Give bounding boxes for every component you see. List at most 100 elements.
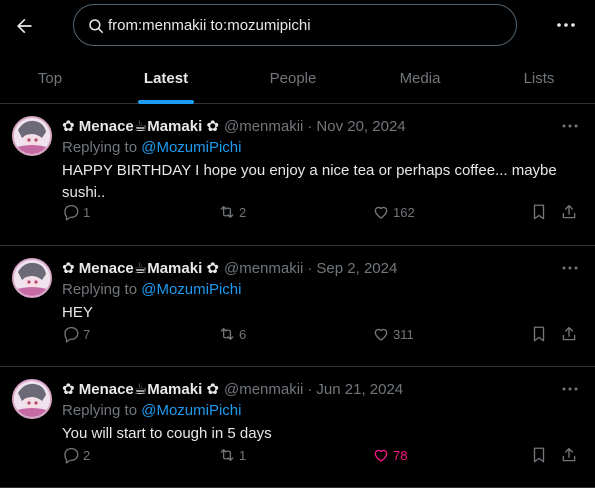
replying-to-prefix: Replying to: [62, 402, 142, 419]
tweet[interactable]: ✿ Menace☕Mamaki ✿ @menmakii · Nov 20, 2024 R…: [0, 104, 595, 246]
tweet-header: ✿ Menace☕Mamaki ✿ @menmakii · Jun 21, 2024: [62, 379, 403, 399]
back-button[interactable]: [10, 12, 38, 40]
replying-to-prefix: Replying to: [62, 139, 142, 156]
tab-label: Top: [37, 69, 63, 87]
bookmark-icon: [533, 447, 545, 463]
tab-label: People: [269, 69, 317, 87]
like-icon: [374, 328, 388, 341]
repost-count: 2: [239, 204, 247, 220]
separator-dot: ·: [307, 117, 313, 135]
tweet[interactable]: ✿ Menace☕Mamaki ✿ @menmakii · Sep 2, 2024 Re…: [0, 246, 595, 367]
bookmark-button[interactable]: [531, 324, 547, 344]
share-button[interactable]: [560, 324, 578, 344]
more-icon: [557, 23, 575, 27]
tweet-text: You will start to cough in 5 days: [62, 425, 272, 442]
search-icon: [89, 19, 104, 34]
tab-label: Media: [399, 69, 441, 87]
avatar[interactable]: [12, 116, 52, 156]
avatar-image: [14, 118, 50, 154]
tweet-header: ✿ Menace☕Mamaki ✿ @menmakii · Sep 2, 2024: [62, 258, 397, 278]
replying-to-prefix: Replying to: [62, 281, 142, 298]
like-count: 162: [393, 204, 415, 220]
tab-media[interactable]: Media: [354, 52, 486, 104]
tab-lists[interactable]: Lists: [486, 52, 592, 104]
search-box[interactable]: [73, 4, 517, 46]
share-button[interactable]: [560, 445, 578, 465]
bookmark-icon: [533, 326, 545, 342]
like-button[interactable]: 311: [372, 324, 414, 344]
avatar-image: [14, 260, 50, 296]
reply-count: 2: [83, 447, 91, 463]
tab-label: Lists: [523, 69, 555, 87]
tweet-date[interactable]: Nov 20, 2024: [316, 118, 405, 135]
tab-label: Latest: [143, 69, 189, 87]
back-arrow-icon: [17, 18, 32, 34]
share-icon: [562, 326, 576, 341]
display-name[interactable]: ✿ Menace☕Mamaki ✿: [62, 380, 219, 398]
avatar[interactable]: [12, 258, 52, 298]
tweet-date[interactable]: Jun 21, 2024: [316, 381, 403, 398]
tab-people[interactable]: People: [232, 52, 354, 104]
tweet-more-button[interactable]: [560, 117, 580, 135]
tweet-more-button[interactable]: [560, 380, 580, 398]
reply-count: 1: [83, 204, 91, 220]
replying-to-link[interactable]: @MozumiPichi: [141, 281, 241, 298]
repost-count: 1: [239, 447, 247, 463]
separator-dot: ·: [307, 259, 313, 277]
like-icon: [374, 206, 388, 219]
share-icon: [562, 447, 576, 462]
repost-button[interactable]: 6: [218, 324, 246, 344]
tweet-date[interactable]: Sep 2, 2024: [316, 260, 397, 277]
like-icon: [374, 449, 388, 462]
reply-icon: [64, 447, 79, 464]
replying-to-link[interactable]: @MozumiPichi: [141, 402, 241, 419]
reply-button[interactable]: 2: [62, 445, 90, 465]
display-name[interactable]: ✿ Menace☕Mamaki ✿: [62, 259, 219, 277]
tweet-header: ✿ Menace☕Mamaki ✿ @menmakii · Nov 20, 2024: [62, 116, 406, 136]
tweet-more-button[interactable]: [560, 259, 580, 277]
reply-button[interactable]: 7: [62, 324, 90, 344]
more-icon: [562, 387, 578, 391]
like-count: 311: [393, 326, 414, 342]
like-button[interactable]: 162: [372, 202, 415, 222]
like-count: 78: [393, 447, 408, 463]
like-button[interactable]: 78: [372, 445, 407, 465]
more-icon: [562, 266, 578, 270]
reply-icon: [64, 204, 79, 221]
search-tabs: Top Latest People Media Lists: [0, 52, 595, 104]
avatar[interactable]: [12, 379, 52, 419]
repost-button[interactable]: 1: [218, 445, 246, 465]
tweet[interactable]: ✿ Menace☕Mamaki ✿ @menmakii · Jun 21, 2024 R…: [0, 367, 595, 488]
replying-to-link[interactable]: @MozumiPichi: [141, 139, 241, 156]
more-icon: [562, 124, 578, 128]
bookmark-icon: [533, 204, 545, 220]
reply-button[interactable]: 1: [62, 202, 90, 222]
retweet-icon: [220, 206, 234, 218]
user-handle[interactable]: @menmakii: [224, 260, 303, 277]
reply-count: 7: [83, 326, 91, 342]
more-button[interactable]: [554, 14, 578, 36]
bookmark-button[interactable]: [531, 202, 547, 222]
repost-button[interactable]: 2: [218, 202, 246, 222]
bookmark-button[interactable]: [531, 445, 547, 465]
tab-latest[interactable]: Latest: [100, 52, 232, 104]
repost-count: 6: [239, 326, 247, 342]
replying-to: Replying to @MozumiPichi: [62, 139, 241, 156]
reply-icon: [64, 326, 79, 343]
share-button[interactable]: [560, 202, 578, 222]
top-bar: [0, 0, 595, 52]
user-handle[interactable]: @menmakii: [224, 381, 303, 398]
tweet-text: HAPPY BIRTHDAY I hope you enjoy a nice t…: [62, 162, 557, 201]
replying-to: Replying to @MozumiPichi: [62, 402, 241, 419]
display-name[interactable]: ✿ Menace☕Mamaki ✿: [62, 117, 219, 135]
user-handle[interactable]: @menmakii: [224, 118, 303, 135]
retweet-icon: [220, 328, 234, 340]
share-icon: [562, 204, 576, 219]
replying-to: Replying to @MozumiPichi: [62, 281, 241, 298]
search-input[interactable]: [108, 15, 498, 35]
tweet-text: HEY: [62, 304, 93, 321]
retweet-icon: [220, 449, 234, 461]
tab-top[interactable]: Top: [0, 52, 100, 104]
avatar-image: [14, 381, 50, 417]
separator-dot: ·: [307, 380, 313, 398]
